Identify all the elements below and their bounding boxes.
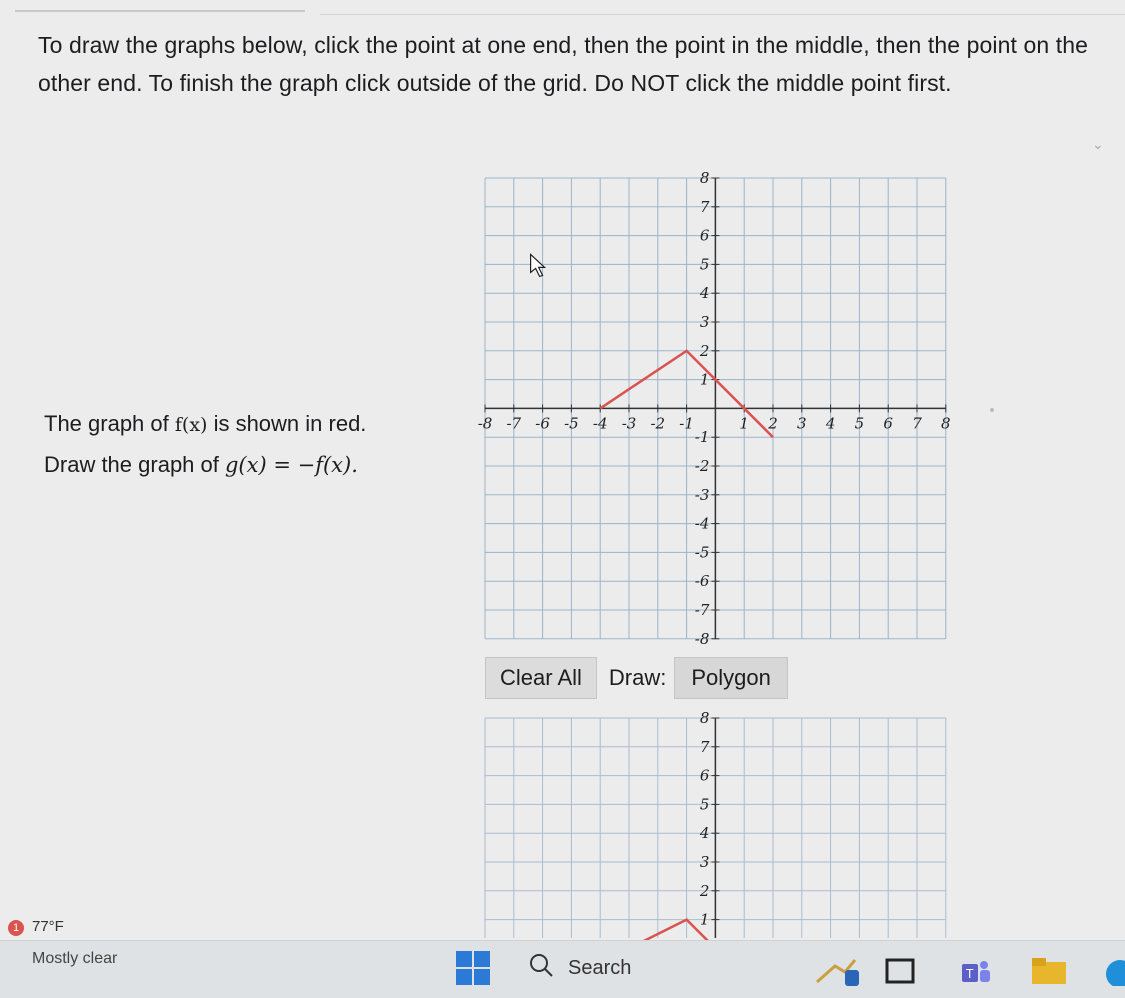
y-tick-label: 1 xyxy=(700,911,710,929)
teams-icon[interactable]: T xyxy=(960,956,992,993)
function-name: f(x) xyxy=(174,414,208,436)
temperature: 77°F xyxy=(32,918,64,935)
polygon-tool-button[interactable]: Polygon xyxy=(674,657,788,699)
y-tick-label: -4 xyxy=(695,515,710,533)
drawing-toolbar: Clear All Draw: Polygon xyxy=(485,656,788,700)
y-tick-label: 7 xyxy=(700,738,710,756)
y-tick-label: 2 xyxy=(699,882,710,900)
target-function: g(x) = −f(x). xyxy=(224,453,358,477)
prompt-line-1: The graph of f(x) is shown in red. xyxy=(44,411,367,436)
x-tick-label: -4 xyxy=(593,414,608,432)
y-tick-label: 7 xyxy=(700,198,710,216)
x-tick-label: -2 xyxy=(650,414,665,432)
y-tick-label: 8 xyxy=(700,169,710,187)
prompt-line-2: Draw the graph of g(x) = −f(x). xyxy=(44,452,358,477)
edge-browser-icon[interactable] xyxy=(1100,956,1125,991)
x-tick-label: -3 xyxy=(622,414,637,432)
x-tick-label: -5 xyxy=(564,414,579,432)
y-tick-label: -2 xyxy=(695,457,710,475)
x-tick-label: 1 xyxy=(739,414,749,432)
y-tick-label: 2 xyxy=(699,342,710,360)
x-tick-label: 6 xyxy=(883,414,893,432)
y-tick-label: -5 xyxy=(695,543,710,561)
draw-label: Draw: xyxy=(608,665,667,690)
y-tick-label: 4 xyxy=(699,284,710,302)
x-tick-label: 2 xyxy=(767,414,778,432)
y-tick-label: -8 xyxy=(695,630,710,648)
y-tick-label: -1 xyxy=(695,428,710,446)
x-tick-label: 5 xyxy=(855,414,865,432)
search-label: Search xyxy=(568,956,632,979)
x-tick-label: -6 xyxy=(535,414,550,432)
y-tick-label: 3 xyxy=(700,313,710,331)
scroll-indicator-icon: ⌄ xyxy=(1092,136,1104,152)
header-divider-right xyxy=(320,14,1125,15)
x-tick-label: 8 xyxy=(941,414,951,432)
windows-start-icon[interactable] xyxy=(455,950,491,986)
widgets-icon[interactable] xyxy=(815,956,861,991)
x-tick-label: 4 xyxy=(825,414,836,432)
x-tick-label: -8 xyxy=(478,414,493,432)
assignment-page: To draw the graphs below, click the poin… xyxy=(0,0,1125,950)
graph-of-f-canvas: -8 -7 -6 -5 -4 -3 -2 -1 1 2 3 4 5 6 7 887654321-1-2-3-4… xyxy=(478,169,951,648)
notification-badge: 1 xyxy=(8,920,24,936)
y-tick-label: 6 xyxy=(700,227,710,245)
y-tick-label: 3 xyxy=(700,853,710,871)
y-tick-label: -3 xyxy=(695,486,710,504)
weather-widget[interactable]: 1 77°F xyxy=(8,918,64,936)
y-tick-label: -7 xyxy=(695,601,710,619)
y-tick-label: 4 xyxy=(699,824,710,842)
y-tick-label: 5 xyxy=(700,255,710,273)
x-tick-label: 7 xyxy=(912,414,922,432)
answer-graph[interactable]: 8 7 6 5 4 3 2 1 xyxy=(470,698,960,950)
clear-all-button[interactable]: Clear All xyxy=(485,657,597,699)
x-tick-label: 3 xyxy=(797,414,807,432)
answer-graph-canvas[interactable]: 8 7 6 5 4 3 2 1 xyxy=(470,698,960,950)
header-divider xyxy=(15,10,305,12)
y-tick-label: 8 xyxy=(700,709,710,727)
x-tick-label: -1 xyxy=(679,414,694,432)
taskbar-search[interactable]: Search xyxy=(528,952,631,984)
x-tick-label: -7 xyxy=(506,414,521,432)
y-tick-label: 6 xyxy=(700,767,710,785)
task-view-icon[interactable] xyxy=(885,956,915,991)
problem-prompt: The graph of f(x) is shown in red. Draw … xyxy=(44,404,366,485)
file-explorer-icon[interactable] xyxy=(1030,956,1070,991)
instructions-text: To draw the graphs below, click the poin… xyxy=(38,32,1089,96)
y-tick-label: -6 xyxy=(695,572,710,590)
search-icon xyxy=(528,952,554,984)
graph-of-f: -8 -7 -6 -5 -4 -3 -2 -1 1 2 3 4 5 6 7 8 8 7 6 5 4 3 2 1 -1 -2 -3 -4… xyxy=(470,168,960,655)
svg-text:T: T xyxy=(965,967,974,981)
stray-dot xyxy=(990,408,994,412)
weather-description: Mostly clear xyxy=(32,950,118,967)
y-tick-label: 5 xyxy=(700,795,710,813)
